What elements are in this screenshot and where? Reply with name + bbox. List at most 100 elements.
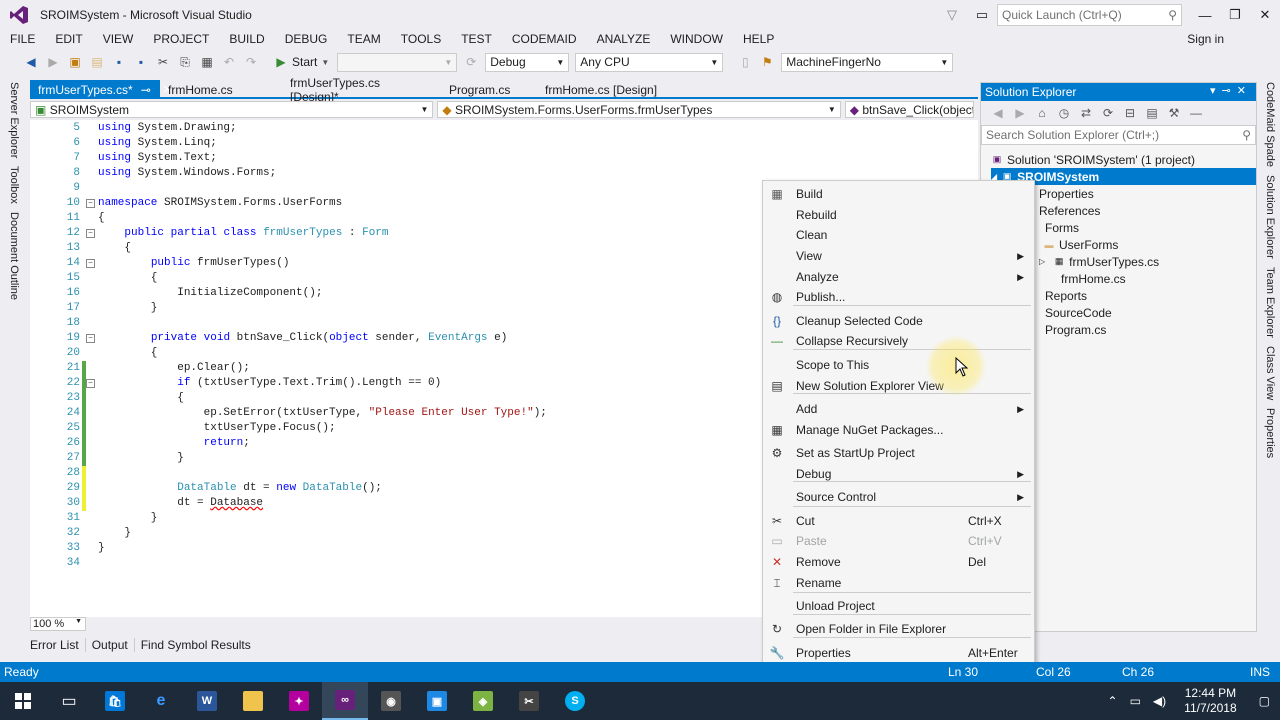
codemaid-spade-tab[interactable]: CodeMaid Spade (1260, 78, 1276, 171)
context-menu-item-publish[interactable]: ◍ Publish... (763, 287, 1034, 307)
tab-frmusertypes-cs[interactable]: frmUserTypes.cs* ⊸ ✕ (30, 80, 172, 99)
store-icon[interactable]: 🛍 (92, 682, 138, 720)
output-tab[interactable]: Output (86, 638, 135, 652)
edge-icon[interactable]: e (138, 682, 184, 720)
collapse-outline-icon[interactable]: − (86, 199, 95, 208)
context-menu-item-scope-to-this[interactable]: Scope to This (763, 355, 1034, 375)
context-menu-item-build[interactable]: ▦ Build (763, 184, 1034, 204)
collapse-all-icon[interactable]: ⊟ (1122, 104, 1138, 122)
menu-codemaid[interactable]: CODEMAID (502, 32, 587, 46)
forward-icon[interactable]: ▶ (1012, 104, 1028, 122)
open-file-icon[interactable]: ▤ (88, 53, 106, 71)
preview-icon[interactable]: — (1188, 104, 1204, 122)
context-menu-item-new-solution-explorer-view[interactable]: ▤ New Solution Explorer View (763, 376, 1034, 396)
context-menu-item-open-folder-in-file-explorer[interactable]: ↻ Open Folder in File Explorer (763, 619, 1034, 639)
context-menu-item-rebuild[interactable]: Rebuild (763, 205, 1034, 225)
expand-arrow-icon[interactable]: ▷ (1039, 257, 1045, 266)
team-explorer-tab[interactable]: Team Explorer (1260, 263, 1276, 342)
start-icon[interactable]: ▶ (272, 53, 290, 71)
tree-node-references[interactable]: References (1039, 202, 1100, 219)
error-list-tab[interactable]: Error List (20, 638, 86, 652)
context-menu-item-cut[interactable]: ✂ Cut Ctrl+X (763, 511, 1034, 531)
save-icon[interactable]: ▪ (110, 53, 128, 71)
visual-studio-taskbar-icon[interactable]: ∞ (322, 682, 368, 720)
context-menu-item-analyze[interactable]: Analyze ▶ (763, 267, 1034, 287)
properties-icon[interactable]: ⚒ (1166, 104, 1182, 122)
context-menu-item-cleanup-selected-code[interactable]: {} Cleanup Selected Code (763, 311, 1034, 331)
collapse-outline-icon[interactable]: − (86, 229, 95, 238)
forward-icon[interactable]: ▶ (44, 53, 62, 71)
tree-node-forms[interactable]: Forms (1039, 219, 1079, 236)
tree-node-frmusertypes[interactable]: ▷ ▦ frmUserTypes.cs (1039, 253, 1159, 270)
start-dropdown-icon[interactable]: ▼ (321, 58, 329, 67)
file-explorer-icon[interactable] (230, 682, 276, 720)
startup-project-icon[interactable]: ⚑ (758, 53, 776, 71)
toolbox-tab[interactable]: Toolbox (0, 162, 20, 208)
context-menu-item-clean[interactable]: Clean (763, 225, 1034, 245)
home-icon[interactable]: ⌂ (1034, 104, 1050, 122)
show-all-files-icon[interactable]: ▤ (1144, 104, 1160, 122)
back-icon[interactable]: ◀ (22, 53, 40, 71)
tree-node-reports[interactable]: Reports (1045, 287, 1087, 304)
sync-icon[interactable]: ⇄ (1078, 104, 1094, 122)
restore-button[interactable]: ❐ (1220, 0, 1250, 30)
zoom-combo[interactable]: 100 % ▼ (30, 617, 86, 631)
configuration-combo[interactable]: Debug ▼ (485, 52, 570, 72)
code-line[interactable]: 8 using System.Windows.Forms; (30, 166, 978, 181)
network-icon[interactable]: ▭ (1130, 694, 1141, 708)
tab-program-cs[interactable]: Program.cs (435, 80, 535, 99)
server-explorer-tab[interactable]: Server Explorer (0, 78, 20, 162)
notifications-icon[interactable]: ▢ (1259, 694, 1270, 708)
properties-tab[interactable]: Properties (1260, 404, 1276, 462)
tree-node-solution[interactable]: ▣ Solution 'SROIMSystem' (1 project) (991, 151, 1195, 168)
screen-capture-icon[interactable]: ◉ (368, 682, 414, 720)
tree-node-sourcecode[interactable]: SourceCode (1045, 304, 1112, 321)
clock[interactable]: 12:44 PM 11/7/2018 (1184, 686, 1237, 716)
context-menu-item-debug[interactable]: Debug ▶ (763, 464, 1034, 484)
context-menu-item-set-as-startup-project[interactable]: ⚙ Set as StartUp Project (763, 443, 1034, 463)
refresh-icon[interactable]: ⟳ (462, 53, 480, 71)
undo-icon[interactable]: ↶ (220, 53, 238, 71)
tab-frmhome-cs[interactable]: frmHome.cs (160, 80, 260, 99)
new-project-icon[interactable]: ▣ (66, 53, 84, 71)
code-line[interactable]: 6 using System.Linq; (30, 136, 978, 151)
save-all-icon[interactable]: ▪ (132, 53, 150, 71)
quick-launch-input[interactable]: Quick Launch (Ctrl+Q) ⚲ (997, 4, 1182, 26)
menu-view[interactable]: VIEW (93, 32, 144, 46)
feedback-icon[interactable]: ▭ (967, 0, 997, 30)
menu-debug[interactable]: DEBUG (275, 32, 338, 46)
screen-sketch-icon[interactable]: ▣ (414, 682, 460, 720)
word-icon[interactable]: W (184, 682, 230, 720)
code-line[interactable]: 5 using System.Drawing; (30, 121, 978, 136)
start-button[interactable]: Start (292, 55, 317, 69)
tree-node-frmhome[interactable]: frmHome.cs (1061, 270, 1126, 287)
menu-tools[interactable]: TOOLS (391, 32, 451, 46)
context-menu-item-source-control[interactable]: Source Control ▶ (763, 487, 1034, 507)
member-nav-combo[interactable]: ◆ btnSave_Click(object s (844, 101, 974, 118)
tree-node-properties[interactable]: Properties (1039, 185, 1094, 202)
menu-test[interactable]: TEST (451, 32, 502, 46)
context-menu-item-manage-nuget-packages[interactable]: ▦ Manage NuGet Packages... (763, 420, 1034, 440)
context-menu-item-properties[interactable]: 🔧 Properties Alt+Enter (763, 643, 1034, 663)
find-symbol-results-tab[interactable]: Find Symbol Results (135, 638, 257, 652)
start-menu-icon[interactable] (0, 682, 46, 720)
tray-expand-icon[interactable]: ⌃ (1108, 694, 1118, 708)
class-view-tab[interactable]: Class View (1260, 342, 1276, 404)
tab-frmusertypes-design[interactable]: frmUserTypes.cs [Design]* (260, 76, 435, 104)
tools-icon[interactable]: ✂ (506, 682, 552, 720)
close-button[interactable]: ✕ (1250, 0, 1280, 30)
document-outline-tab[interactable]: Document Outline (0, 208, 20, 304)
refresh-icon[interactable]: ⟳ (1100, 104, 1116, 122)
menu-team[interactable]: TEAM (337, 32, 390, 46)
sign-in-link[interactable]: Sign in (1177, 32, 1234, 46)
project-nav-combo[interactable]: ▣ SROIMSystem ▼ (30, 101, 434, 118)
context-menu-item-add[interactable]: Add ▶ (763, 399, 1034, 419)
collapse-outline-icon[interactable]: − (86, 379, 95, 388)
menu-edit[interactable]: EDIT (45, 32, 92, 46)
menu-help[interactable]: HELP (733, 32, 784, 46)
attach-icon[interactable]: ▯ (736, 53, 754, 71)
cut-icon[interactable]: ✂ (154, 53, 172, 71)
paste-toolbar-icon[interactable]: ▦ (198, 53, 216, 71)
pin-icon[interactable]: ⊸ (141, 83, 151, 97)
context-menu-item-collapse-recursively[interactable]: — Collapse Recursively (763, 331, 1034, 351)
